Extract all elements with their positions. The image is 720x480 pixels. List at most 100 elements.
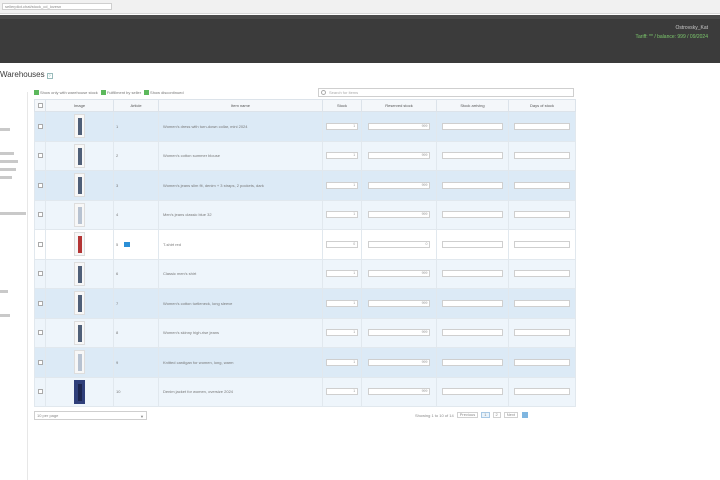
page-size-select[interactable]: 10 per page ▼ <box>34 411 147 420</box>
days-of-stock-field[interactable] <box>513 122 571 130</box>
reserved-stock-field[interactable]: 999 <box>367 270 431 278</box>
stock-field[interactable]: 1 <box>325 181 359 189</box>
search-input[interactable]: Search for items <box>318 88 574 97</box>
filter-discontinued[interactable]: Show discontinued <box>144 90 184 95</box>
row-checkbox[interactable] <box>37 330 43 336</box>
days-cell[interactable] <box>508 288 576 319</box>
days-of-stock-field[interactable] <box>513 388 571 396</box>
days-of-stock-field[interactable] <box>513 299 571 307</box>
product-thumbnail[interactable] <box>74 320 85 345</box>
reserved-cell[interactable]: 0 <box>361 229 437 260</box>
image-cell[interactable] <box>45 288 114 319</box>
days-cell[interactable] <box>508 111 576 142</box>
days-cell[interactable] <box>508 170 576 201</box>
product-thumbnail[interactable] <box>74 202 85 227</box>
row-select-cell[interactable] <box>34 288 46 319</box>
row-select-cell[interactable] <box>34 258 46 289</box>
stock-arriving-field[interactable] <box>442 181 503 189</box>
stock-field[interactable]: 1 <box>325 358 359 366</box>
image-cell[interactable] <box>45 140 114 171</box>
stock-field[interactable]: 1 <box>325 211 359 219</box>
reserved-cell[interactable]: 999 <box>361 288 437 319</box>
stock-field[interactable]: 1 <box>325 122 359 130</box>
sidebar-item[interactable] <box>0 168 16 171</box>
days-cell[interactable] <box>508 199 576 230</box>
table-row[interactable]: 1 Women's dress with turn-down collar, mi… <box>34 111 576 142</box>
filter-warehouse-stock[interactable]: Show only with warehouse stock <box>34 90 98 95</box>
arriving-cell[interactable] <box>436 288 509 319</box>
stock-arriving-field[interactable] <box>442 299 503 307</box>
row-checkbox[interactable] <box>37 359 43 365</box>
reserved-stock-field[interactable]: 999 <box>367 388 431 396</box>
reserved-stock-field[interactable]: 0 <box>367 240 431 248</box>
days-cell[interactable] <box>508 258 576 289</box>
days-of-stock-field[interactable] <box>513 152 571 160</box>
row-checkbox[interactable] <box>37 241 43 247</box>
arriving-cell[interactable] <box>436 140 509 171</box>
product-thumbnail[interactable] <box>74 379 85 404</box>
days-cell[interactable] <box>508 347 576 378</box>
checkbox-icon[interactable] <box>100 90 106 95</box>
row-checkbox[interactable] <box>37 212 43 218</box>
row-select-cell[interactable] <box>34 317 46 348</box>
table-row[interactable]: 6 Classic men's shirt 1 999 <box>34 258 576 289</box>
row-select-cell[interactable] <box>34 170 46 201</box>
sidebar-item[interactable] <box>0 176 12 179</box>
column-header[interactable]: Article <box>113 99 159 112</box>
row-select-cell[interactable] <box>34 199 46 230</box>
table-row[interactable]: 3 Women's jeans slim fit, denim + 3 strap… <box>34 170 576 201</box>
table-row[interactable]: 7 Women's cotton turtleneck, long sleeve 1… <box>34 288 576 319</box>
sidebar-item[interactable] <box>0 128 10 131</box>
reserved-stock-field[interactable]: 999 <box>367 329 431 337</box>
product-thumbnail[interactable] <box>74 173 85 198</box>
account-info[interactable]: Ostrovsky_Kat Tariff: ** / balance: 999 … <box>636 25 708 40</box>
pagination-page[interactable]: 2 <box>492 412 501 418</box>
stock-cell[interactable]: 1 <box>322 288 362 319</box>
filter-seller-fulfillment[interactable]: Fulfillment by seller <box>100 90 141 95</box>
arriving-cell[interactable] <box>436 376 509 407</box>
stock-cell[interactable]: 1 <box>322 140 362 171</box>
stock-arriving-field[interactable] <box>442 211 503 219</box>
image-cell[interactable] <box>45 347 114 378</box>
days-of-stock-field[interactable] <box>513 240 571 248</box>
days-of-stock-field[interactable] <box>513 270 571 278</box>
sidebar-item[interactable] <box>0 152 14 155</box>
stock-arriving-field[interactable] <box>442 240 503 248</box>
checkbox-icon[interactable] <box>144 90 150 95</box>
reserved-cell[interactable]: 999 <box>361 347 437 378</box>
stock-cell[interactable]: 1 <box>322 317 362 348</box>
product-thumbnail[interactable] <box>74 350 85 375</box>
stock-field[interactable]: 1 <box>325 270 359 278</box>
row-select-cell[interactable] <box>34 111 46 142</box>
stock-arriving-field[interactable] <box>442 358 503 366</box>
reserved-stock-field[interactable]: 999 <box>367 122 431 130</box>
row-select-cell[interactable] <box>34 140 46 171</box>
row-checkbox[interactable] <box>37 123 43 129</box>
column-header-select[interactable] <box>34 99 46 112</box>
image-cell[interactable] <box>45 258 114 289</box>
product-thumbnail[interactable] <box>74 291 85 316</box>
stock-arriving-field[interactable] <box>442 388 503 396</box>
stock-field[interactable]: 0 <box>325 240 359 248</box>
stock-arriving-field[interactable] <box>442 122 503 130</box>
pagination-page[interactable]: 1 <box>481 412 490 418</box>
stock-cell[interactable]: 1 <box>322 258 362 289</box>
product-thumbnail[interactable] <box>74 232 85 257</box>
stock-arriving-field[interactable] <box>442 329 503 337</box>
settings-icon[interactable] <box>521 412 528 418</box>
help-icon[interactable]: ? <box>46 73 53 79</box>
row-select-cell[interactable] <box>34 229 46 260</box>
stock-field[interactable]: 1 <box>325 329 359 337</box>
sidebar-item[interactable] <box>0 160 18 163</box>
reserved-stock-field[interactable]: 999 <box>367 358 431 366</box>
row-checkbox[interactable] <box>37 182 43 188</box>
row-select-cell[interactable] <box>34 376 46 407</box>
table-row[interactable]: 9 Knitted cardigan for women, long, warm 1… <box>34 347 576 378</box>
arriving-cell[interactable] <box>436 111 509 142</box>
reserved-stock-field[interactable]: 999 <box>367 152 431 160</box>
table-row[interactable]: 4 Men's jeans classic blue 32 1 999 <box>34 199 576 230</box>
reserved-stock-field[interactable]: 999 <box>367 211 431 219</box>
reserved-cell[interactable]: 999 <box>361 140 437 171</box>
image-cell[interactable] <box>45 199 114 230</box>
table-row[interactable]: 5 T-shirt red 0 0 <box>34 229 576 260</box>
